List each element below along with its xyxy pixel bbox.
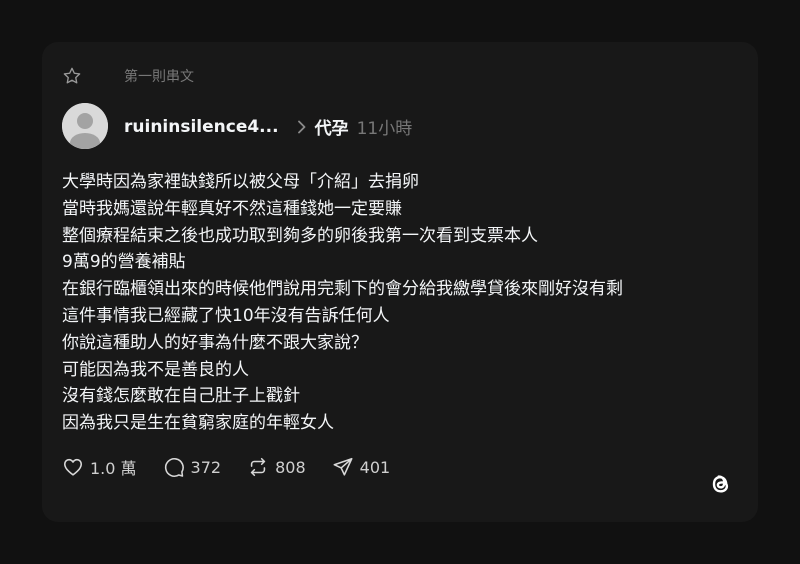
post-line: 整個療程結束之後也成功取到夠多的卵後我第一次看到支票本人 [62,225,538,246]
avatar[interactable] [62,103,108,149]
chevron-right-icon [297,120,305,133]
thread-header: 第一則串文 [62,66,194,86]
post-line: 在銀行臨櫃領出來的時候他們說用完剩下的會分給我繳學貸後來剛好沒有剩 [62,279,623,300]
author-row: ruininsilence4... 代孕 11小時 [124,114,413,140]
username-link[interactable]: ruininsilence4... [124,117,279,137]
post-line: 你說這種助人的好事為什麼不跟大家說？ [62,332,368,353]
share-count: 401 [359,457,391,477]
post-line: 這件事情我已經藏了快10年沒有告訴任何人 [62,305,390,326]
default-avatar-icon [62,103,108,149]
action-bar: 1.0 萬 372 808 401 [62,455,416,479]
heart-icon [63,458,83,476]
post-timestamp: 11小時 [356,119,413,139]
send-icon [333,457,353,476]
post-line: 沒有錢怎麼敢在自己肚子上戳針 [62,386,300,407]
post-card: 第一則串文 ruininsilence4... 代孕 11小時 大學時因為家裡缺… [42,42,758,522]
like-button[interactable]: 1.0 萬 [62,455,137,479]
like-count: 1.0 萬 [90,459,137,478]
repost-icon [250,457,266,477]
threads-logo-icon [712,475,729,493]
repost-count: 808 [275,457,306,477]
star-outline-icon[interactable] [62,66,82,86]
comment-icon [164,458,184,477]
post-line: 可能因為我不是善良的人 [62,359,249,380]
post-line: 因為我只是生在貧窮家庭的年輕女人 [62,413,334,434]
post-line: 9萬9的營養補貼 [62,252,186,273]
comment-count: 372 [190,457,222,477]
repost-button[interactable]: 808 [247,456,306,478]
topic-tag[interactable]: 代孕 [315,114,349,139]
comment-button[interactable]: 372 [163,456,222,478]
share-button[interactable]: 401 [332,456,391,478]
post-line: 大學時因為家裡缺錢所以被父母「介紹」去捐卵 [62,172,419,192]
thread-label: 第一則串文 [124,69,194,85]
post-line: 當時我媽還說年輕真好不然這種錢她一定要賺 [62,198,402,219]
post-body: 大學時因為家裡缺錢所以被父母「介紹」去捐卵 當時我媽還說年輕真好不然這種錢她一定… [62,169,742,437]
